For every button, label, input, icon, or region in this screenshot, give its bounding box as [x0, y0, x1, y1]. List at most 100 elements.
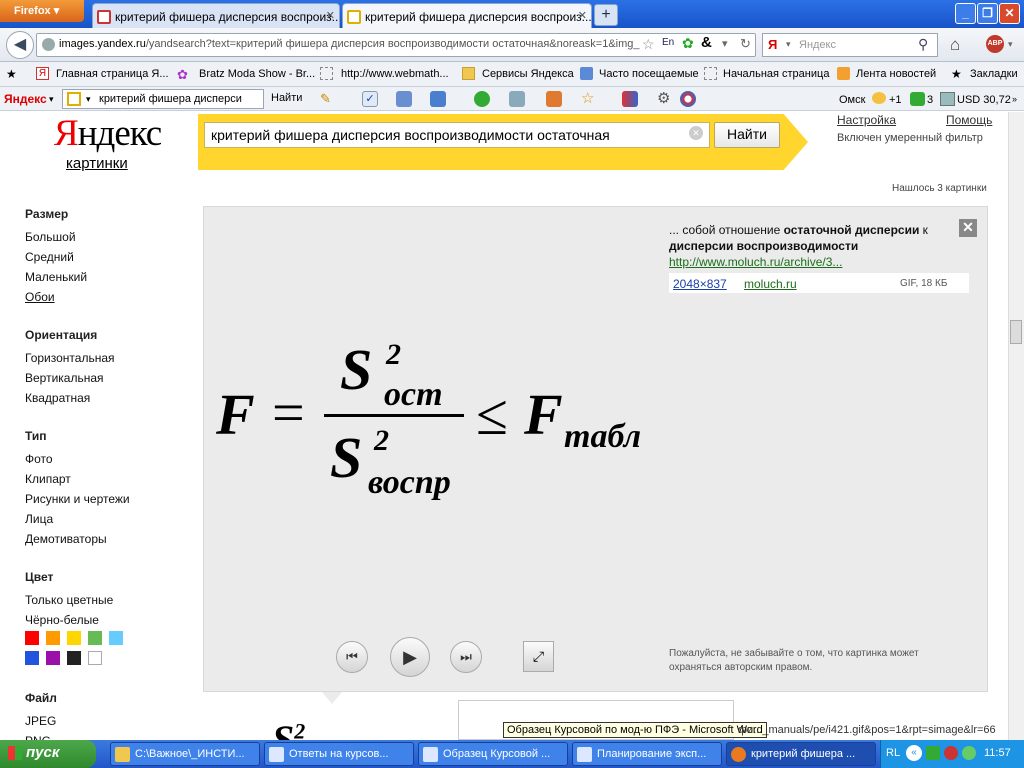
color-swatch-yellow[interactable] [67, 631, 81, 645]
filter-orientation-vertical[interactable]: Вертикальная [25, 371, 104, 385]
adblock-dropdown-icon[interactable]: ▾ [1008, 39, 1013, 50]
yandex-images-link[interactable]: картинки [66, 155, 128, 172]
color-swatch-purple[interactable] [46, 651, 60, 665]
bookmark-star-icon[interactable]: ☆ [642, 36, 655, 53]
taskbar-item-word-3[interactable]: Планирование эксп... [572, 742, 722, 766]
filter-type-faces[interactable]: Лица [25, 512, 53, 526]
main-search-input[interactable]: критерий фишера дисперсия воспроизводимо… [204, 122, 710, 148]
filter-file-jpeg[interactable]: JPEG [25, 714, 56, 728]
filter-size-medium[interactable]: Средний [25, 250, 74, 264]
yandex-search-engine-icon[interactable]: Я [768, 37, 777, 52]
filter-type-drawings[interactable]: Рисунки и чертежи [25, 492, 130, 506]
color-swatch-black[interactable] [67, 651, 81, 665]
filter-color-only[interactable]: Только цветные [25, 593, 113, 607]
taskbar-item-firefox[interactable]: критерий фишера ... [726, 742, 876, 766]
previous-image-button[interactable]: ⏮ [336, 641, 368, 673]
adblock-icon[interactable]: ABP [986, 35, 1004, 53]
image-host-link[interactable]: moluch.ru [744, 277, 797, 291]
weather-temp[interactable]: +1 [889, 94, 902, 106]
filter-color-bw[interactable]: Чёрно-белые [25, 613, 99, 627]
image-dimensions-link[interactable]: 2048×837 [673, 277, 727, 291]
color-swatch-cyan[interactable] [109, 631, 123, 645]
bookmark-folder[interactable]: Сервисы Яндекса [482, 68, 574, 80]
bookmark-item[interactable]: Bratz Moda Show - Br... [199, 68, 315, 80]
yandex-logo[interactable]: Яндекс [54, 114, 162, 154]
tray-expand-icon[interactable]: « [906, 745, 922, 761]
key-icon[interactable] [474, 91, 490, 107]
filter-size-small[interactable]: Маленький [25, 270, 87, 284]
browser-logo-icon[interactable] [680, 91, 696, 107]
tray-app-icon[interactable] [962, 746, 976, 760]
gear-icon[interactable]: ⚙ [657, 91, 673, 107]
source-page-link[interactable]: http://www.moluch.ru/archive/3... [669, 255, 842, 269]
page-scrollbar[interactable] [1008, 112, 1024, 740]
help-link[interactable]: Помощь [946, 113, 992, 127]
translate-tool-icon[interactable] [396, 91, 412, 107]
bookmark-item[interactable]: Главная страница Я... [56, 68, 169, 80]
tab-2[interactable]: критерий фишера дисперсия воспроиз... ✕ [342, 3, 592, 28]
bookmark-item[interactable]: Лента новостей [856, 68, 936, 80]
color-swatch-blue[interactable] [25, 651, 39, 665]
tray-app-icon[interactable] [944, 746, 958, 760]
color-swatch-white[interactable] [88, 651, 102, 665]
yandex-bar-logo[interactable]: Яндекс [4, 92, 47, 106]
site-identity-icon[interactable] [42, 38, 55, 51]
city-label[interactable]: Омск [839, 94, 865, 106]
bookmark-item[interactable]: http://www.webmath... [341, 68, 449, 80]
search-icon[interactable]: ⚲ [918, 36, 928, 53]
ampersand-icon[interactable]: & [701, 34, 712, 51]
clear-search-icon[interactable]: ✕ [689, 126, 703, 140]
play-slideshow-button[interactable]: ▶ [390, 637, 430, 677]
yandex-bar-input[interactable]: критерий фишера дисперси [62, 89, 264, 109]
filter-type-photo[interactable]: Фото [25, 452, 53, 466]
filter-orientation-square[interactable]: Квадратная [25, 391, 90, 405]
clover-icon[interactable]: ✿ [682, 35, 694, 52]
tray-app-icon[interactable] [926, 746, 940, 760]
yandex-bar-input-dropdown-icon[interactable]: ▾ [86, 94, 91, 105]
new-tab-button[interactable]: + [594, 4, 618, 26]
favorites-star-icon[interactable]: ☆ [581, 91, 597, 107]
yandex-bar-dropdown-icon[interactable]: ▾ [49, 94, 54, 105]
tab-1[interactable]: критерий фишера дисперсия воспроиз... ✕ [92, 3, 340, 28]
yandex-bar-find-button[interactable]: Найти [271, 92, 302, 104]
toolbar-overflow-icon[interactable]: » [1012, 94, 1017, 104]
maximize-button[interactable]: ❐ [977, 3, 998, 24]
spellcheck-icon[interactable]: ✓ [362, 91, 378, 107]
back-button[interactable]: ◀ [6, 31, 34, 59]
settings-link[interactable]: Настройка [837, 113, 896, 127]
tab-close-icon[interactable]: ✕ [326, 9, 335, 22]
tab-close-icon[interactable]: ✕ [578, 9, 587, 22]
fullscreen-icon[interactable]: ⤢ [523, 641, 554, 672]
taskbar-item-word-2[interactable]: Образец Курсовой ... [418, 742, 568, 766]
mail-count[interactable]: 3 [927, 94, 933, 106]
filter-size-large[interactable]: Большой [25, 230, 76, 244]
color-swatch-red[interactable] [25, 631, 39, 645]
taskbar-item-folder[interactable]: C:\Важное\_ИНСТИ... [110, 742, 260, 766]
minimize-button[interactable]: _ [955, 3, 976, 24]
filter-type-clipart[interactable]: Клипарт [25, 472, 71, 486]
close-window-button[interactable]: ✕ [999, 3, 1020, 24]
speech-bubble-icon[interactable]: ✎ [320, 91, 336, 107]
bookmarks-tool-icon[interactable] [546, 91, 562, 107]
close-viewer-icon[interactable]: ✕ [959, 219, 977, 237]
clock[interactable]: 11:57 [984, 747, 1011, 759]
color-swatch-orange[interactable] [46, 631, 60, 645]
filter-orientation-horizontal[interactable]: Горизонтальная [25, 351, 115, 365]
currency-rate[interactable]: USD 30,72 [957, 94, 1011, 106]
filter-size-wallpaper[interactable]: Обои [25, 290, 55, 304]
mail-tool-icon[interactable] [509, 91, 525, 107]
bookmark-folder[interactable]: Часто посещаемые [599, 68, 699, 80]
dropdown-arrow-icon[interactable]: ▾ [722, 37, 728, 50]
translate-icon[interactable]: En [662, 37, 674, 48]
language-indicator[interactable]: RL [886, 747, 900, 759]
next-image-button[interactable]: ⏭ [450, 641, 482, 673]
firefox-menu-button[interactable]: Firefox ▾ [0, 0, 84, 22]
find-button[interactable]: Найти [714, 122, 780, 148]
bookmarks-star-icon[interactable]: ★ [6, 67, 19, 81]
scrollbar-thumb[interactable] [1010, 320, 1022, 344]
filter-type-demotivators[interactable]: Демотиваторы [25, 532, 107, 546]
color-swatch-green[interactable] [88, 631, 102, 645]
bookmark-menu[interactable]: Закладки [970, 68, 1018, 80]
cube-icon[interactable] [622, 91, 638, 107]
bookmark-item[interactable]: Начальная страница [723, 68, 829, 80]
